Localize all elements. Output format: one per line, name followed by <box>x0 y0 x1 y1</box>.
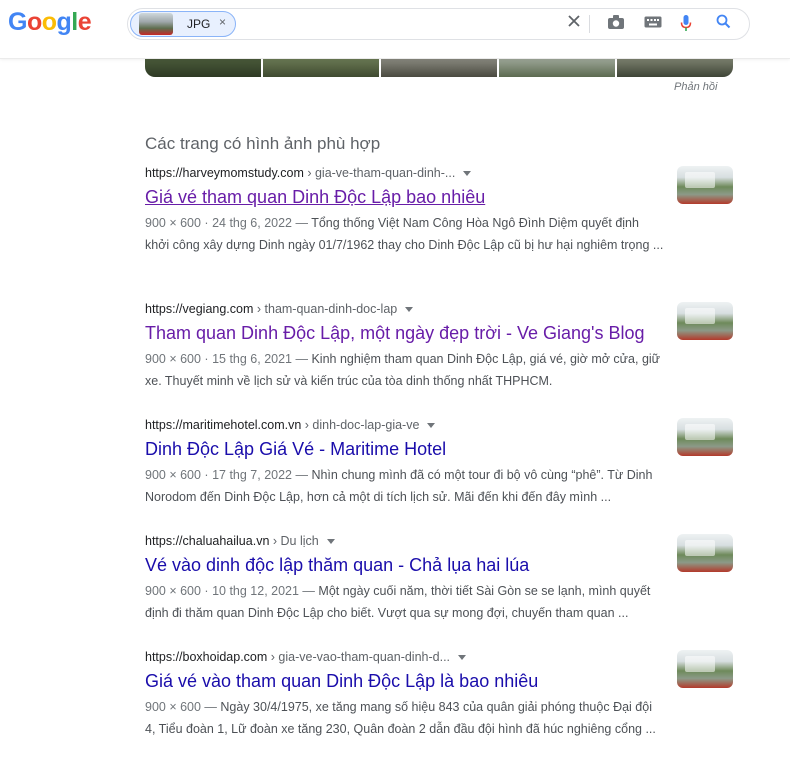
result-meta: 900 × 600 — <box>145 700 221 714</box>
chevron-down-icon[interactable] <box>405 307 414 313</box>
result-breadcrumb: › Du lịch <box>269 534 319 548</box>
image-query-chip[interactable]: JPG × <box>130 11 236 37</box>
strip-image[interactable] <box>381 58 497 77</box>
divider <box>589 15 590 33</box>
logo-letter: e <box>77 8 92 36</box>
result-breadcrumb: › gia-ve-tham-quan-dinh-... <box>303 166 456 180</box>
result-breadcrumb: › gia-ve-vao-tham-quan-dinh-d... <box>267 650 451 664</box>
feedback-link[interactable]: Phản hồi <box>674 81 717 93</box>
strip-image[interactable] <box>617 58 733 77</box>
result-thumbnail[interactable] <box>677 166 733 204</box>
chevron-down-icon[interactable] <box>458 655 467 661</box>
result-thumbnail[interactable] <box>677 302 733 340</box>
result-snippet: 900 × 600 — Ngày 30/4/1975, xe tăng mang… <box>145 696 665 740</box>
result-title-link[interactable]: Giá vé tham quan Dinh Độc Lập bao nhiêu <box>145 187 485 208</box>
keyboard-icon[interactable] <box>643 14 663 34</box>
result-meta: 900 × 600 · 17 thg 7, 2022 — <box>145 468 312 482</box>
result-breadcrumb: › dinh-doc-lap-gia-ve <box>301 418 420 432</box>
strip-image[interactable] <box>263 58 379 77</box>
result-title-link[interactable]: Dinh Độc Lập Giá Vé - Maritime Hotel <box>145 439 446 460</box>
result-meta: 900 × 600 · 24 thg 6, 2022 — <box>145 216 312 230</box>
section-title: Các trang có hình ảnh phù hợp <box>145 134 381 153</box>
related-images-strip[interactable] <box>145 58 733 77</box>
result-domain: https://vegiang.com <box>145 302 254 316</box>
chevron-down-icon[interactable] <box>326 539 335 545</box>
result-snippet: 900 × 600 · 24 thg 6, 2022 — Tổng thống … <box>145 212 665 256</box>
result-domain: https://maritimehotel.com.vn <box>145 418 302 432</box>
result-title-link[interactable]: Giá vé vào tham quan Dinh Độc Lập là bao… <box>145 671 538 692</box>
strip-image[interactable] <box>499 58 615 77</box>
google-logo[interactable]: Google <box>8 8 92 37</box>
result-url[interactable]: https://harveymomstudy.com › gia-ve-tham… <box>145 166 472 180</box>
chip-remove-icon[interactable]: × <box>219 15 226 29</box>
strip-image[interactable] <box>145 58 261 77</box>
query-image-thumbnail <box>139 13 173 35</box>
result-snippet-text: Ngày 30/4/1975, xe tăng mang số hiệu 843… <box>145 700 656 736</box>
result-thumbnail[interactable] <box>677 650 733 688</box>
result-title-link[interactable]: Vé vào dinh độc lập thăm quan - Chả lụa … <box>145 555 529 576</box>
mic-icon[interactable] <box>676 14 696 34</box>
result-meta: 900 × 600 · 10 thg 12, 2021 — <box>145 584 319 598</box>
logo-letter: o <box>41 8 57 36</box>
logo-letter: g <box>56 8 72 36</box>
result-url[interactable]: https://maritimehotel.com.vn › dinh-doc-… <box>145 418 436 432</box>
clear-icon[interactable] <box>564 14 584 34</box>
logo-letter: o <box>26 8 42 36</box>
chevron-down-icon[interactable] <box>427 423 436 429</box>
result-thumbnail[interactable] <box>677 418 733 456</box>
result-snippet: 900 × 600 · 15 thg 6, 2021 — Kinh nghiệm… <box>145 348 665 392</box>
chevron-down-icon[interactable] <box>463 171 472 177</box>
result-meta: 900 × 600 · 15 thg 6, 2021 — <box>145 352 312 366</box>
result-url[interactable]: https://chaluahailua.vn › Du lịch <box>145 534 335 548</box>
top-bar: Google JPG × <box>0 0 790 59</box>
search-icon[interactable] <box>713 14 733 34</box>
result-domain: https://harveymomstudy.com <box>145 166 304 180</box>
camera-icon[interactable] <box>606 14 626 34</box>
logo-letter: G <box>8 8 27 36</box>
search-box[interactable]: JPG × <box>127 8 750 40</box>
result-domain: https://boxhoidap.com <box>145 650 268 664</box>
result-snippet: 900 × 600 · 17 thg 7, 2022 — Nhìn chung … <box>145 464 665 508</box>
result-breadcrumb: › tham-quan-dinh-doc-lap <box>253 302 398 316</box>
chip-label: JPG <box>187 17 211 31</box>
result-url[interactable]: https://vegiang.com › tham-quan-dinh-doc… <box>145 302 414 316</box>
result-url[interactable]: https://boxhoidap.com › gia-ve-vao-tham-… <box>145 650 467 664</box>
result-domain: https://chaluahailua.vn <box>145 534 270 548</box>
result-title-link[interactable]: Tham quan Dinh Độc Lập, một ngày đẹp trờ… <box>145 323 645 344</box>
result-thumbnail[interactable] <box>677 534 733 572</box>
result-snippet: 900 × 600 · 10 thg 12, 2021 — Một ngày c… <box>145 580 665 624</box>
